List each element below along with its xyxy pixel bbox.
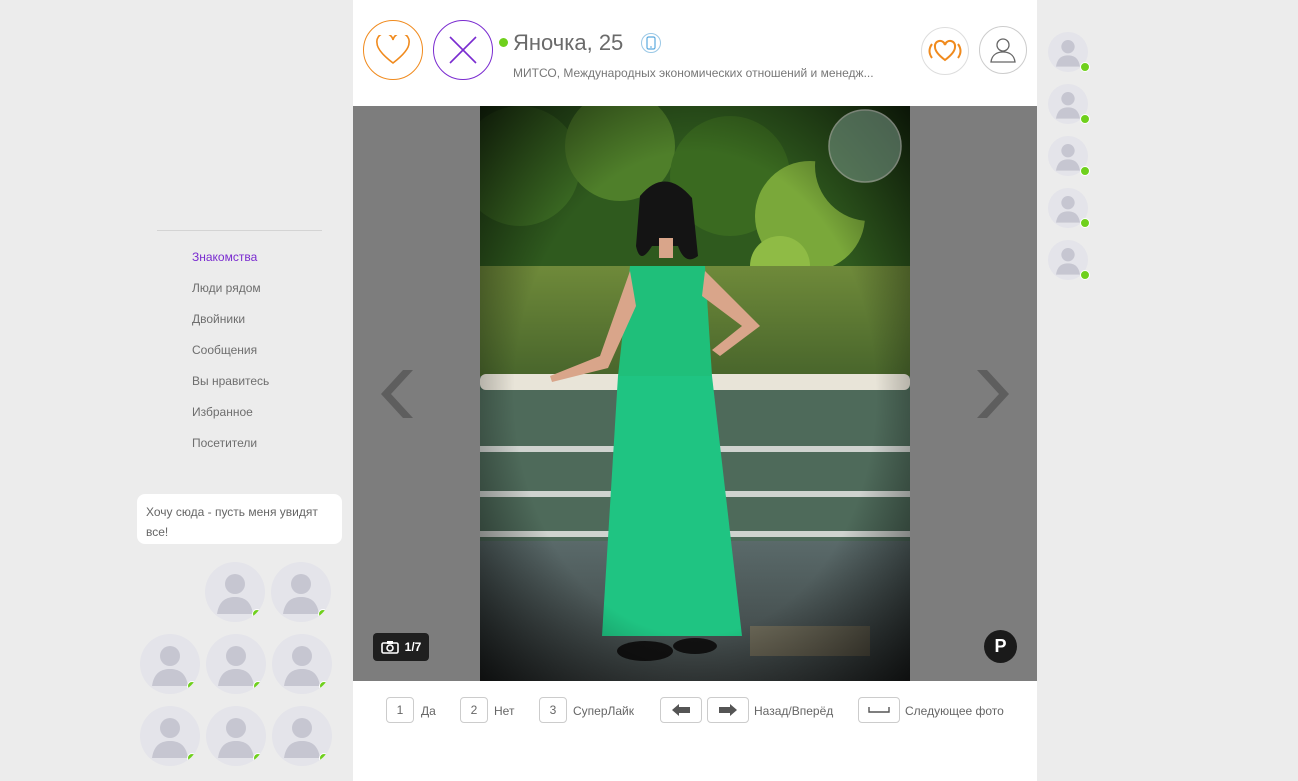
user-icon: [990, 38, 1016, 63]
hint-back-forward: Назад/Вперёд: [754, 704, 834, 718]
online-user-avatar[interactable]: [1048, 32, 1090, 72]
key-1: 1: [386, 697, 414, 723]
online-dot: [318, 609, 328, 619]
arrow-left-icon: [672, 704, 690, 716]
sidebar-divider: [157, 230, 322, 231]
spacebar-icon: [868, 707, 890, 713]
nav-item-favorites[interactable]: Избранное: [192, 405, 269, 436]
online-dot: [1080, 166, 1090, 176]
key-3: 3: [539, 697, 567, 723]
online-dot: [253, 681, 263, 691]
key-space: [858, 697, 900, 723]
online-dot: [1080, 270, 1090, 280]
online-user-avatar[interactable]: [1048, 84, 1090, 124]
online-user-avatar[interactable]: [1048, 136, 1090, 176]
nav-item-messages[interactable]: Сообщения: [192, 343, 269, 374]
profile-button[interactable]: [979, 26, 1027, 74]
online-dot: [187, 753, 197, 763]
p-badge[interactable]: P: [984, 630, 1017, 663]
online-dot: [1080, 114, 1090, 124]
prev-photo-arrow[interactable]: [381, 368, 417, 420]
online-dot: [319, 681, 329, 691]
close-icon: [449, 36, 477, 64]
online-user-avatar[interactable]: [272, 634, 332, 694]
hint-next-photo: Следующее фото: [905, 704, 1004, 718]
sidebar-nav: Знакомства Люди рядом Двойники Сообщения…: [192, 250, 269, 467]
online-dot: [253, 753, 263, 763]
promo-bubble[interactable]: Хочу сюда - пусть меня увидят все!: [137, 494, 342, 544]
hint-yes: Да: [421, 704, 436, 718]
key-2: 2: [460, 697, 488, 723]
online-dot: [1080, 62, 1090, 72]
profile-name[interactable]: Яночка, 25: [513, 30, 623, 56]
online-dot: [252, 609, 262, 619]
online-user-avatar[interactable]: [1048, 188, 1090, 228]
key-right-arrow: [707, 697, 749, 723]
online-user-avatar[interactable]: [272, 706, 332, 766]
photo-viewer: 1/7 P: [353, 106, 1037, 681]
online-user-avatar[interactable]: [1048, 240, 1090, 280]
online-indicator: [499, 38, 508, 47]
online-user-avatar[interactable]: [205, 562, 265, 622]
online-dot: [1080, 218, 1090, 228]
nav-item-dating[interactable]: Знакомства: [192, 250, 269, 281]
dislike-button[interactable]: [433, 20, 493, 80]
nav-item-nearby[interactable]: Люди рядом: [192, 281, 269, 312]
superlike-button[interactable]: [921, 27, 969, 75]
photo-counter-text: 1/7: [404, 640, 422, 654]
camera-icon: [380, 641, 399, 654]
online-user-avatar[interactable]: [206, 706, 266, 766]
nav-item-lookalikes[interactable]: Двойники: [192, 312, 269, 343]
key-left-arrow: [660, 697, 702, 723]
next-photo-arrow[interactable]: [973, 368, 1009, 420]
photo-counter[interactable]: 1/7: [373, 633, 429, 661]
keyboard-hints: 1 Да 2 Нет 3 СуперЛайк Назад/Вперёд След…: [353, 697, 1037, 727]
profile-photo[interactable]: [480, 106, 910, 681]
hint-superlike: СуперЛайк: [573, 704, 635, 718]
mobile-icon: [641, 33, 661, 53]
heart-icon: [376, 35, 410, 65]
arrow-right-icon: [719, 704, 737, 716]
nav-item-liked-you[interactable]: Вы нравитесь: [192, 374, 269, 405]
online-user-avatar[interactable]: [206, 634, 266, 694]
online-user-avatar[interactable]: [271, 562, 331, 622]
online-user-avatar[interactable]: [140, 706, 200, 766]
online-dot: [187, 681, 197, 691]
profile-subtitle: МИТСО, Международных экономических отнош…: [513, 66, 874, 80]
superlike-heart-icon: [928, 39, 962, 62]
online-user-avatar[interactable]: [140, 634, 200, 694]
online-dot: [319, 753, 329, 763]
hint-no: Нет: [494, 704, 515, 718]
like-button[interactable]: [363, 20, 423, 80]
nav-item-visitors[interactable]: Посетители: [192, 436, 269, 467]
profile-card: Яночка, 25 МИТСО, Международных экономич…: [353, 0, 1037, 781]
